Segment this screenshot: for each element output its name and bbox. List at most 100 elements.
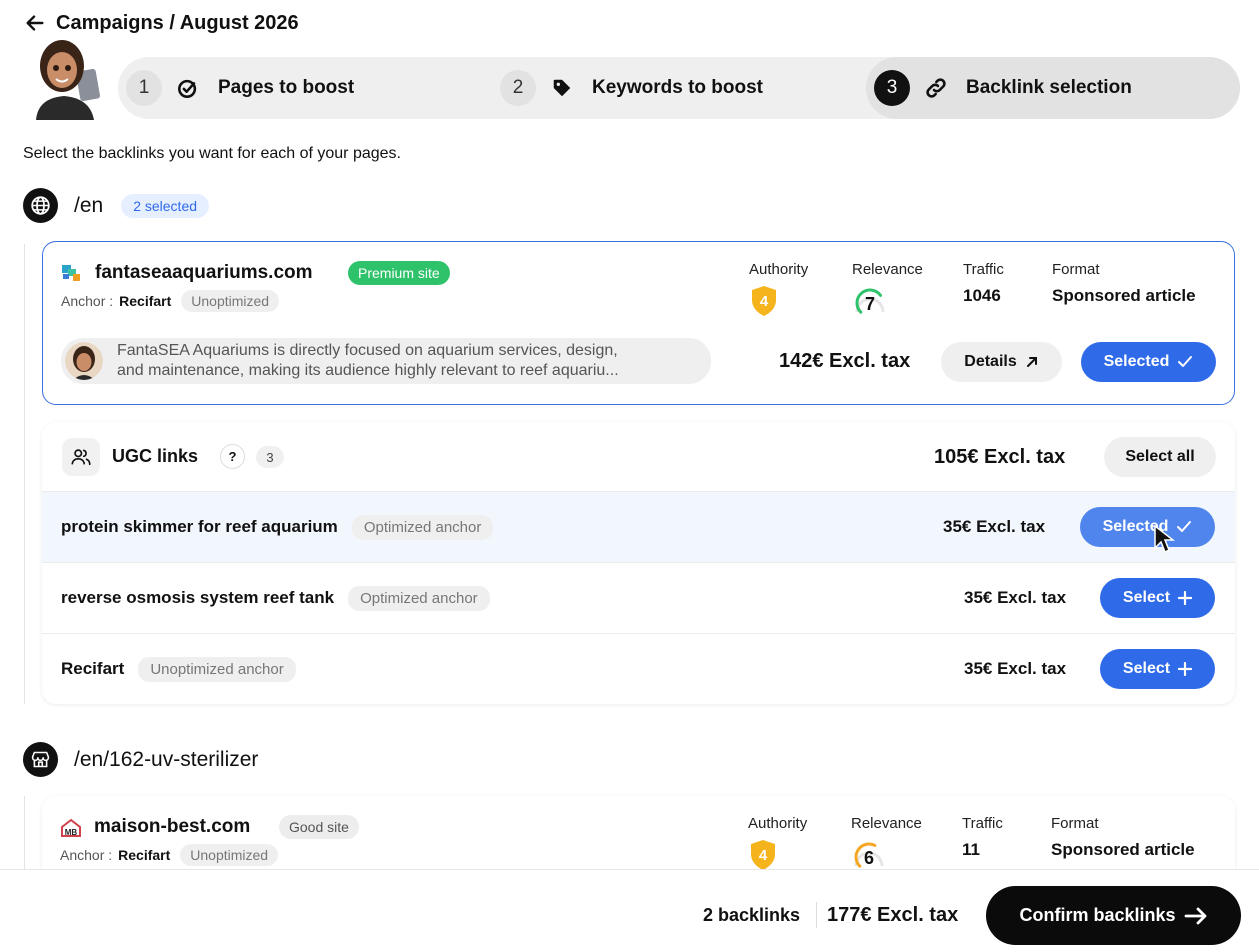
step-label: Pages to boost (218, 77, 355, 98)
site-description: FantaSEA Aquariums is directly focused o… (61, 338, 711, 384)
step-pages-to-boost[interactable]: 1 Pages to boost (126, 57, 354, 119)
anchor-label: Anchor : (61, 293, 114, 309)
step-number: 1 (126, 70, 162, 106)
format-label: Format (1052, 261, 1100, 278)
ugc-price: 35€ Excl. tax (943, 517, 1046, 536)
store-icon (23, 742, 58, 777)
step-backlink-selection[interactable]: 3 Backlink selection (866, 57, 1240, 119)
back-breadcrumb[interactable]: Campaigns / August 2026 (24, 10, 299, 36)
intro-text: Select the backlinks you want for each o… (23, 145, 401, 162)
anchor-label: Anchor : (60, 847, 113, 863)
relevance-label: Relevance (851, 815, 922, 832)
confirm-backlinks-button[interactable]: Confirm backlinks (986, 886, 1241, 945)
page-header-uv-sterilizer: /en/162-uv-sterilizer (23, 742, 258, 777)
avatar (65, 342, 103, 380)
anchor-tag: Unoptimized (180, 844, 279, 866)
authority-label: Authority (748, 815, 808, 832)
footer-bar: 2 backlinks 177€ Excl. tax Confirm backl… (0, 869, 1259, 952)
relevance-value: 6 (863, 848, 874, 868)
select-all-button[interactable]: Select all (1104, 437, 1216, 477)
step-keywords-to-boost[interactable]: 2 Keywords to boost (500, 57, 763, 119)
anchor-tag: Optimized anchor (348, 585, 490, 611)
authority-value: 4 (758, 847, 768, 864)
relevance-label: Relevance (852, 261, 923, 278)
relevance-gauge: 7 (853, 286, 887, 316)
divider (816, 902, 817, 928)
traffic-label: Traffic (963, 261, 1004, 278)
plus-icon (1178, 591, 1193, 605)
details-button[interactable]: Details (941, 342, 1062, 382)
selected-count-badge: 2 selected (121, 193, 210, 218)
selected-button[interactable]: Selected (1081, 342, 1216, 382)
authority-value: 4 (759, 293, 769, 310)
ugc-title: UGC links (112, 446, 199, 466)
avatar (22, 36, 106, 120)
users-icon (62, 438, 100, 476)
page-path: /en/162-uv-sterilizer (74, 747, 259, 771)
format-label: Format (1051, 815, 1099, 832)
table-row[interactable]: reverse osmosis system reef tank Optimiz… (42, 562, 1235, 633)
description-line: FantaSEA Aquariums is directly focused o… (117, 342, 618, 359)
select-button[interactable]: Select (1100, 649, 1215, 689)
mouse-cursor-icon (1154, 524, 1175, 554)
table-row[interactable]: protein skimmer for reef aquarium Optimi… (42, 491, 1235, 562)
plus-icon (1178, 662, 1193, 676)
relevance-gauge: 6 (852, 840, 886, 870)
globe-icon (23, 188, 58, 223)
selected-label: Selected (1103, 353, 1170, 370)
step-number: 3 (874, 70, 910, 106)
site-name[interactable]: maison-best.com (94, 816, 250, 838)
site-price: 142€ Excl. tax (779, 350, 911, 372)
ugc-price: 35€ Excl. tax (964, 659, 1067, 678)
ugc-keyword: Recifart (61, 659, 125, 678)
backlink-count: 2 backlinks (703, 905, 801, 925)
site-card-fantasea[interactable]: fantaseaaquariums.com Premium site Ancho… (42, 241, 1235, 405)
anchor-tag: Unoptimized (181, 290, 280, 312)
authority-shield-icon: 4 (750, 285, 778, 317)
svg-text:MB: MB (65, 828, 78, 837)
confirm-label: Confirm backlinks (1019, 905, 1176, 925)
page-path: /en (74, 193, 104, 217)
stepper: 1 Pages to boost 2 Keywords to boost 3 B… (118, 57, 1240, 119)
site-name[interactable]: fantaseaaquariums.com (95, 262, 313, 284)
page-title: Campaigns / August 2026 (56, 11, 299, 34)
tree-line (24, 244, 25, 704)
tree-line (24, 796, 25, 876)
step-label: Backlink selection (966, 77, 1132, 98)
anchor-row: Anchor : Recifart Unoptimized (61, 290, 280, 312)
target-check-icon (176, 76, 200, 100)
select-button[interactable]: Select (1100, 578, 1215, 618)
ugc-card: UGC links ? 3 105€ Excl. tax Select all … (42, 422, 1235, 704)
traffic-value: 11 (962, 840, 980, 859)
traffic-value: 1046 (963, 286, 1001, 305)
anchor-tag: Optimized anchor (351, 514, 494, 540)
page-header-en: /en 2 selected (23, 188, 210, 223)
ugc-price: 35€ Excl. tax (964, 588, 1067, 607)
anchor-tag: Unoptimized anchor (138, 656, 296, 682)
select-label: Select (1122, 660, 1171, 677)
traffic-label: Traffic (962, 815, 1003, 832)
select-label: Select (1122, 589, 1171, 606)
format-value: Sponsored article (1052, 286, 1196, 305)
check-icon (1178, 356, 1193, 367)
anchor-row: Anchor : Recifart Unoptimized (60, 844, 279, 866)
ugc-keyword: protein skimmer for reef aquarium (61, 517, 338, 536)
check-icon (1177, 521, 1192, 532)
table-row[interactable]: Recifart Unoptimized anchor 35€ Excl. ta… (42, 633, 1235, 704)
step-number: 2 (500, 70, 536, 106)
arrow-right-icon (1184, 907, 1206, 924)
ugc-total-price: 105€ Excl. tax (934, 446, 1066, 468)
arrow-left-icon (26, 15, 44, 31)
selected-button[interactable]: Selected (1080, 507, 1215, 547)
site-favicon (61, 262, 83, 284)
details-label: Details (964, 353, 1017, 370)
anchor-value: Recifart (118, 847, 171, 863)
description-line: and maintenance, making its audience hig… (117, 362, 619, 379)
help-icon[interactable]: ? (220, 444, 245, 469)
ugc-keyword: reverse osmosis system reef tank (61, 588, 335, 607)
format-value: Sponsored article (1051, 840, 1195, 859)
external-arrow-icon (1026, 357, 1037, 367)
tag-icon (550, 76, 574, 100)
ugc-count-badge: 3 (256, 446, 284, 468)
authority-shield-icon: 4 (749, 839, 777, 871)
